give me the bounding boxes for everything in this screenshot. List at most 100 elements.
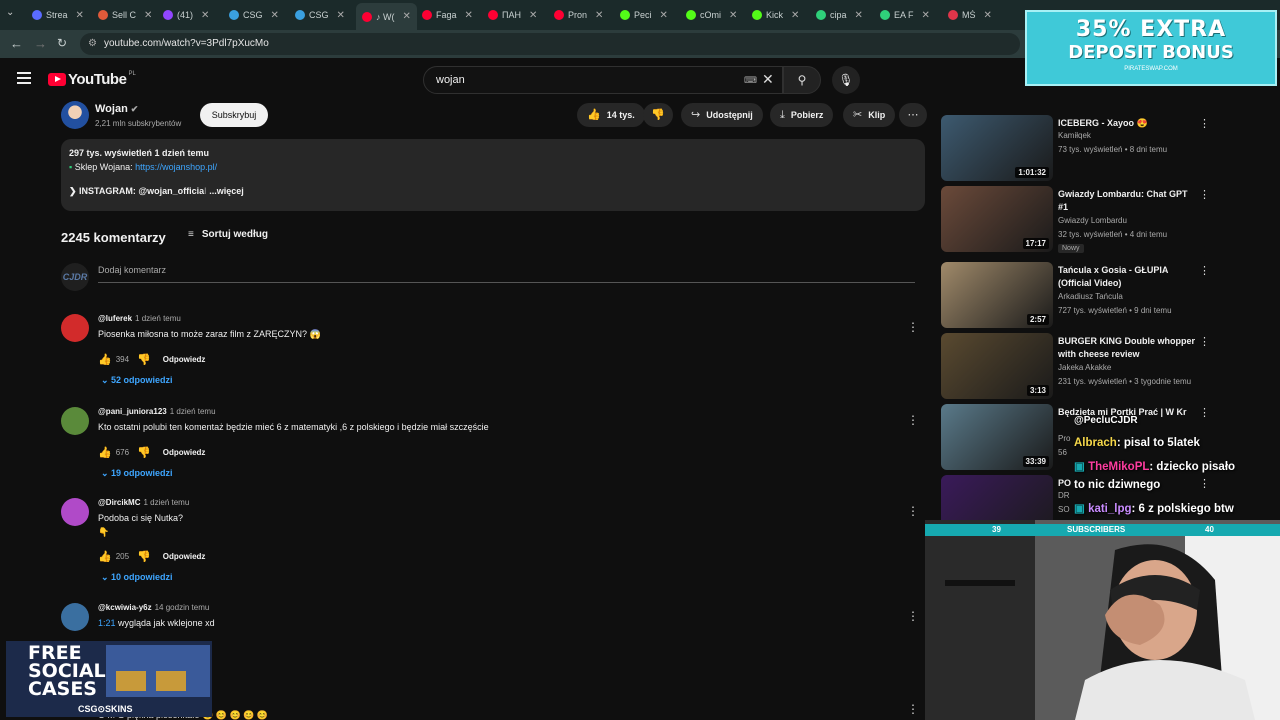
reply-button[interactable]: Odpowiedz	[163, 552, 206, 561]
browser-tab[interactable]: Kick ✕	[752, 5, 799, 25]
video-menu-icon[interactable]: ⋮	[1199, 264, 1210, 277]
comment-menu-icon[interactable]: ⋮	[907, 702, 919, 716]
comment-like-icon[interactable]: 👍	[98, 353, 112, 366]
comment-avatar[interactable]	[61, 498, 89, 526]
video-channel[interactable]: Kamiłqek	[1058, 131, 1091, 140]
comment-time[interactable]: 1 dzień temu	[170, 407, 216, 416]
browser-tab[interactable]: ♪ W(✕	[356, 3, 417, 30]
more-actions-button[interactable]: ⋯	[899, 103, 927, 127]
youtube-logo[interactable]: YouTube PL	[48, 71, 136, 88]
related-video[interactable]: 17:17 Gwiazdy Lombardu: Chat GPT #1 Gwiazd…	[941, 186, 1211, 253]
sort-button[interactable]: ≡ Sortuj według	[188, 229, 268, 240]
comment-author[interactable]: @DircikMC	[98, 498, 140, 507]
video-menu-icon[interactable]: ⋮	[1199, 188, 1210, 201]
comment-menu-icon[interactable]: ⋮	[907, 413, 919, 427]
browser-tab[interactable]: Pron ✕	[554, 5, 603, 25]
tab-close-icon[interactable]: ✕	[660, 10, 668, 21]
tab-close-icon[interactable]: ✕	[729, 10, 737, 21]
browser-tab[interactable]: Strea ✕	[32, 5, 84, 25]
site-info-icon[interactable]: ⚙	[88, 33, 97, 55]
browser-tab[interactable]: CSG ✕	[295, 5, 345, 25]
related-video[interactable]: 3:13 BURGER KING Double whopper with chee…	[941, 333, 1211, 399]
comment-menu-icon[interactable]: ⋮	[907, 609, 919, 623]
comment-avatar[interactable]	[61, 407, 89, 435]
browser-tab[interactable]: CSG ✕	[229, 5, 279, 25]
keyboard-icon[interactable]: ⌨	[744, 75, 757, 86]
tab-close-icon[interactable]: ✕	[922, 10, 930, 21]
video-thumbnail[interactable]: 33:39	[941, 404, 1053, 470]
browser-tab[interactable]: MŚ ✕	[948, 5, 992, 25]
subscribe-button[interactable]: Subskrybuj	[200, 103, 268, 127]
browser-tab[interactable]: Sell C ✕	[98, 5, 152, 25]
video-title[interactable]: ICEBERG - Xayoo 😍	[1058, 117, 1198, 130]
tab-close-icon[interactable]: ✕	[403, 11, 411, 22]
comment-avatar[interactable]	[61, 314, 89, 342]
tab-close-icon[interactable]: ✕	[529, 10, 537, 21]
video-channel[interactable]: Jakeka Akakke	[1058, 363, 1111, 372]
comment-author[interactable]: @luferek	[98, 314, 132, 323]
tab-close-icon[interactable]: ✕	[144, 10, 152, 21]
view-replies-button[interactable]: ⌄ 19 odpowiedzi	[101, 468, 173, 479]
reload-icon[interactable]: ↻	[57, 36, 67, 50]
channel-avatar[interactable]	[61, 101, 89, 129]
download-button[interactable]: ⤓ Pobierz	[770, 103, 834, 127]
browser-tab[interactable]: ПАН ✕	[488, 5, 537, 25]
forward-icon[interactable]: →	[34, 36, 47, 51]
comment-timestamp-link[interactable]: 1:21	[98, 618, 116, 628]
related-video[interactable]: 2:57 Tańcula x Gosia - GŁUPIA (Official V…	[941, 262, 1211, 328]
video-thumbnail[interactable]: 17:17	[941, 186, 1053, 252]
view-replies-button[interactable]: ⌄ 10 odpowiedzi	[101, 572, 173, 583]
tab-close-icon[interactable]: ✕	[791, 10, 799, 21]
video-thumbnail[interactable]: 3:13	[941, 333, 1053, 399]
comment-menu-icon[interactable]: ⋮	[907, 320, 919, 334]
search-input[interactable]: wojan	[423, 66, 783, 94]
tab-close-icon[interactable]: ✕	[595, 10, 603, 21]
browser-tab[interactable]: EA F ✕	[880, 5, 930, 25]
voice-search-button[interactable]: 🎙	[832, 66, 860, 94]
comment-author[interactable]: @kcwiwia-y6z	[98, 603, 152, 612]
tab-close-icon[interactable]: ✕	[201, 10, 209, 21]
related-video[interactable]: 1:01:32 ICEBERG - Xayoo 😍 Kamiłqek 73 tys. …	[941, 115, 1211, 181]
channel-name[interactable]: Wojan ✔	[95, 103, 138, 115]
add-comment-input[interactable]: Dodaj komentarz	[98, 265, 915, 283]
clip-button[interactable]: ✂ Klip	[843, 103, 896, 127]
video-channel[interactable]: Arkadiusz Tańcula	[1058, 292, 1123, 301]
comment-dislike-icon[interactable]: 👎	[137, 353, 151, 366]
video-title[interactable]: BURGER KING Double whopper with cheese r…	[1058, 335, 1198, 361]
comment-avatar[interactable]	[61, 603, 89, 631]
browser-tab[interactable]: (41) ✕	[163, 5, 209, 25]
clear-search-icon[interactable]: ✕	[762, 71, 774, 88]
tab-close-icon[interactable]: ✕	[855, 10, 863, 21]
browser-tab[interactable]: cOmi ✕	[686, 5, 737, 25]
view-replies-button[interactable]: ⌄ 52 odpowiedzi	[101, 375, 173, 386]
share-button[interactable]: ↪ Udostępnij	[681, 103, 763, 127]
video-menu-icon[interactable]: ⋮	[1199, 117, 1210, 130]
show-more-link[interactable]: ...więcej	[209, 186, 244, 196]
tab-close-icon[interactable]: ✕	[271, 10, 279, 21]
like-button[interactable]: 👍 14 tys.	[577, 103, 645, 127]
back-icon[interactable]: ←	[10, 36, 23, 51]
reply-button[interactable]: Odpowiedz	[163, 355, 206, 364]
search-button[interactable]: ⚲	[783, 66, 821, 94]
comment-author[interactable]: @pani_juniora123	[98, 407, 167, 416]
tab-search-icon[interactable]: ⌄	[6, 7, 14, 18]
comment-like-icon[interactable]: 👍	[98, 550, 112, 563]
browser-tab[interactable]: Peci ✕	[620, 5, 668, 25]
browser-tab[interactable]: Faga ✕	[422, 5, 473, 25]
tab-close-icon[interactable]: ✕	[984, 10, 992, 21]
comment-like-icon[interactable]: 👍	[98, 446, 112, 459]
comment-menu-icon[interactable]: ⋮	[907, 504, 919, 518]
video-description[interactable]: 297 tys. wyświetleń 1 dzień temu ▪ Sklep…	[61, 139, 925, 211]
video-thumbnail[interactable]: 2:57	[941, 262, 1053, 328]
tab-close-icon[interactable]: ✕	[76, 10, 84, 21]
comment-time[interactable]: 14 godzin temu	[155, 603, 210, 612]
comment-dislike-icon[interactable]: 👎	[137, 446, 151, 459]
comment-time[interactable]: 1 dzień temu	[135, 314, 181, 323]
video-title[interactable]: Tańcula x Gosia - GŁUPIA (Official Video…	[1058, 264, 1198, 290]
tab-close-icon[interactable]: ✕	[337, 10, 345, 21]
tab-close-icon[interactable]: ✕	[465, 10, 473, 21]
shop-link[interactable]: https://wojanshop.pl/	[135, 162, 217, 172]
video-title[interactable]: Gwiazdy Lombardu: Chat GPT #1	[1058, 188, 1198, 214]
video-thumbnail[interactable]: 1:01:32	[941, 115, 1053, 181]
video-menu-icon[interactable]: ⋮	[1199, 335, 1210, 348]
